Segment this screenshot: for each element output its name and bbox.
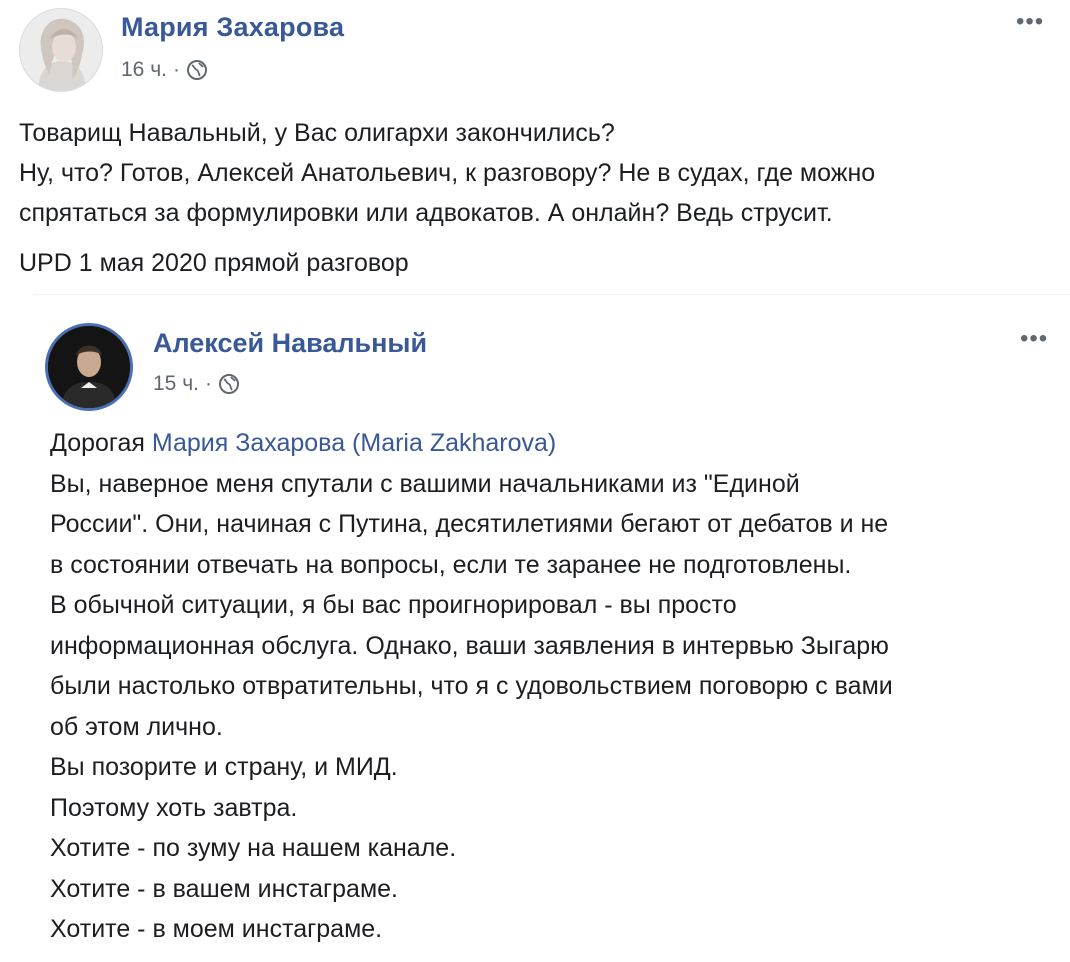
globe-icon[interactable] <box>218 373 240 395</box>
shared-text-line: Поэтому хоть завтра. <box>50 793 298 822</box>
post-update-note: UPD 1 мая 2020 прямой разговор <box>19 249 409 277</box>
meta-separator: · <box>204 372 212 395</box>
post-text-line: Ну, что? Готов, Алексей Анатольевич, к р… <box>19 159 876 187</box>
mention-link[interactable]: Мария Захарова (Maria Zakharova) <box>152 429 556 457</box>
more-options-icon[interactable]: ••• <box>1016 10 1044 34</box>
greeting-prefix: Дорогая <box>50 429 152 457</box>
shared-text-line: в состоянии отвечать на вопросы, если те… <box>50 550 852 579</box>
shared-post-meta: 15 ч. · <box>153 372 240 396</box>
shared-text-line: Хотите - в моем инстаграме. <box>50 915 383 943</box>
shared-text-line: об этом лично. <box>50 712 223 741</box>
shared-post-timestamp[interactable]: 15 ч. <box>153 372 199 396</box>
more-options-icon[interactable]: ••• <box>1020 327 1048 351</box>
greeting-line: Дорогая Мария Захарова (Maria Zakharova) <box>50 423 1060 464</box>
shared-text-line: Вы позорите и страну, и МИД. <box>50 753 398 781</box>
meta-separator: · <box>172 58 180 81</box>
author-avatar[interactable] <box>19 8 103 92</box>
shared-author-name[interactable]: Алексей Навальный <box>153 328 427 359</box>
post-text-line: спрятаться за формулировки или адвокатов… <box>19 199 833 227</box>
post-meta: 16 ч. · <box>121 58 208 82</box>
shared-text-line: информационная обслуга. Однако, ваши зая… <box>50 631 889 660</box>
shared-text-line: Хотите - по зуму на нашем канале. <box>50 834 457 862</box>
shared-text-line: В обычной ситуации, я бы вас проигнориро… <box>50 591 737 619</box>
shared-text-line: Вы, наверное меня спутали с вашими начал… <box>50 469 800 498</box>
globe-icon[interactable] <box>186 59 208 81</box>
shared-text-line: были настолько отвратительны, что я с уд… <box>50 672 893 700</box>
facebook-post-page: Мария Захарова 16 ч. · ••• Товарищ Навал… <box>0 0 1070 962</box>
author-name[interactable]: Мария Захарова <box>121 12 344 43</box>
shared-text-line: России". Они, начиная с Путина, десятиле… <box>50 510 889 538</box>
shared-post-body: Дорогая Мария Захарова (Maria Zakharova)… <box>50 423 1060 950</box>
shared-text-line: Хотите - в вашем инстаграме. <box>50 874 398 903</box>
post-body: Товарищ Навальный, у Вас олигархи законч… <box>19 113 1049 233</box>
shared-author-avatar[interactable] <box>45 323 133 411</box>
post-timestamp[interactable]: 16 ч. <box>121 58 167 82</box>
post-text-line: Товарищ Навальный, у Вас олигархи законч… <box>19 119 615 147</box>
